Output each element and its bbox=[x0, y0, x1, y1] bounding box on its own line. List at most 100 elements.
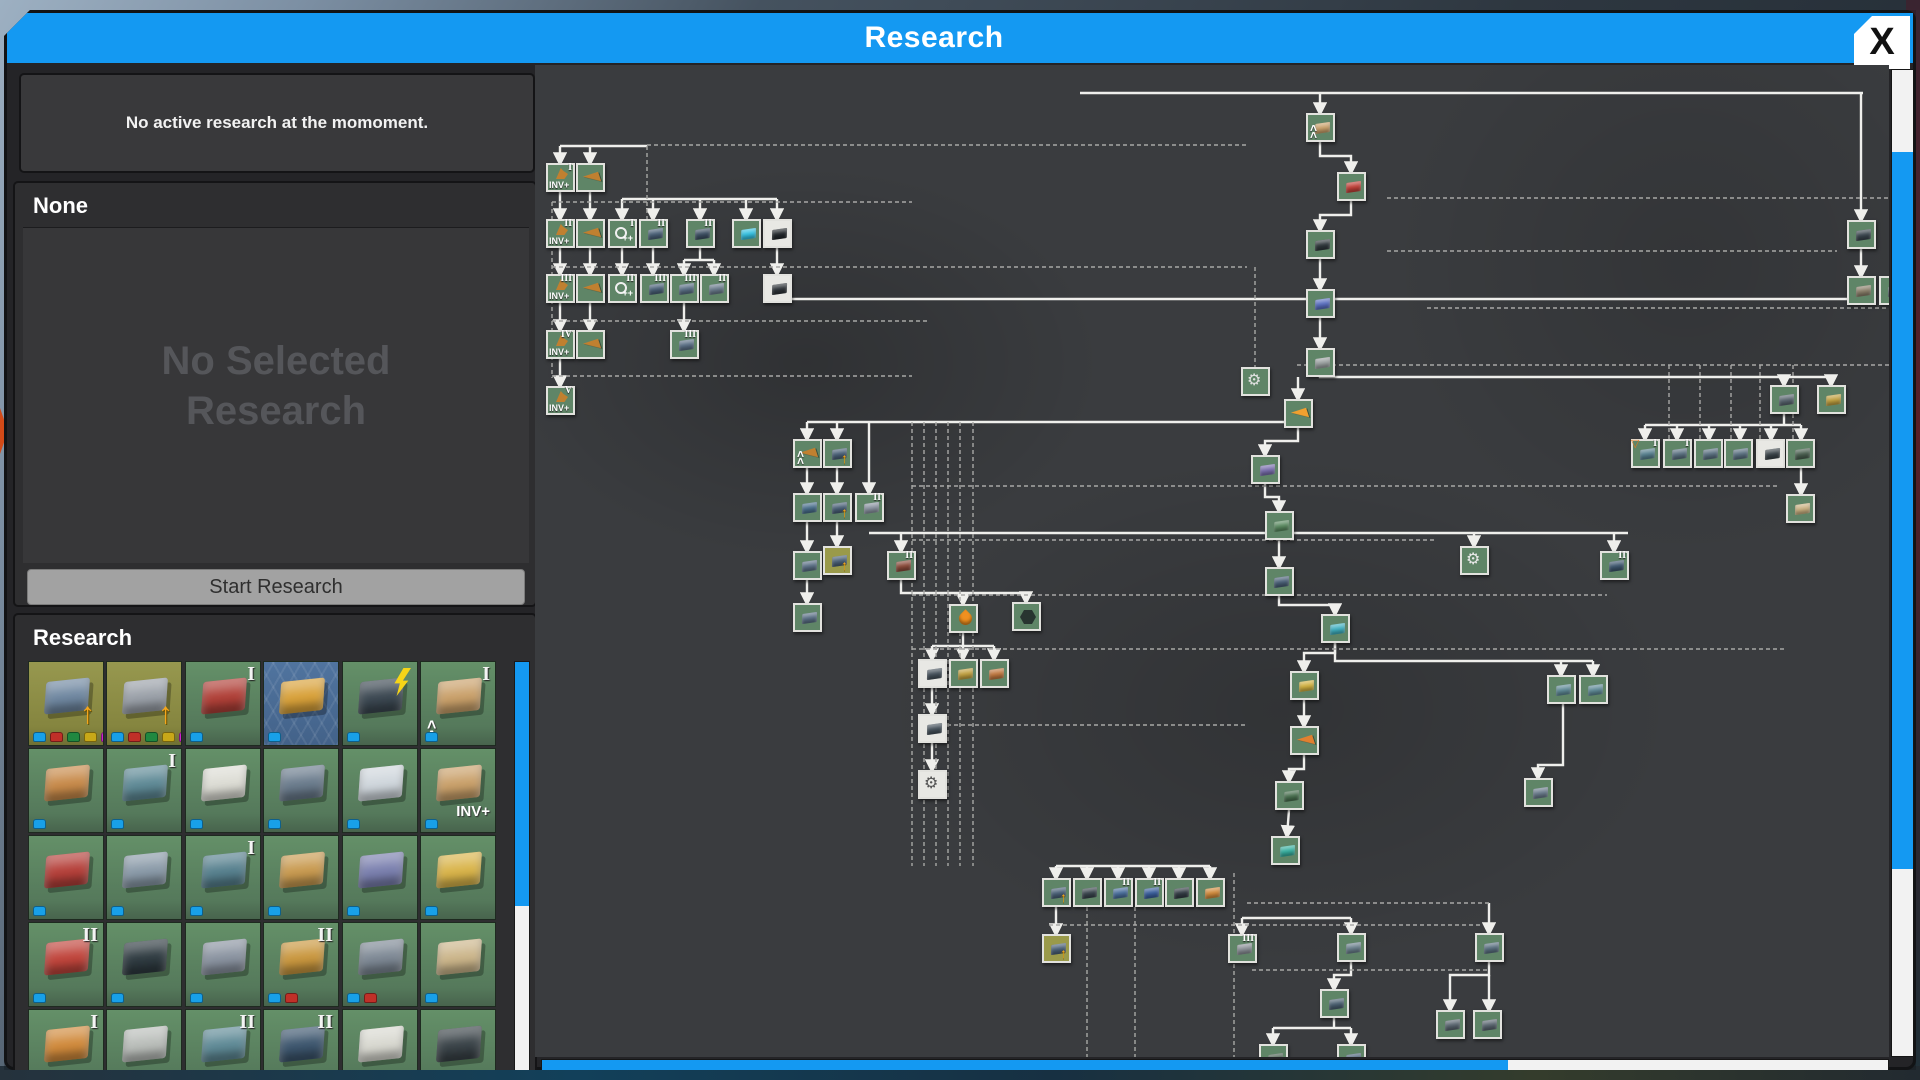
tree-node[interactable] bbox=[576, 274, 605, 303]
research-item[interactable] bbox=[342, 1009, 418, 1079]
tree-node[interactable]: ˄˄ bbox=[1306, 113, 1335, 142]
tree-node[interactable] bbox=[1290, 671, 1319, 700]
research-item[interactable]: II bbox=[263, 922, 339, 1007]
research-item[interactable] bbox=[263, 661, 339, 746]
tree-node[interactable]: ↑ bbox=[823, 439, 852, 468]
research-tree-canvas[interactable]: INV+IINV+II++IIIIIINV+III++IIIIIIIIIIINV… bbox=[535, 65, 1889, 1057]
tree-vertical-scrollbar[interactable] bbox=[1891, 69, 1914, 1057]
tree-node[interactable]: INV+I bbox=[546, 163, 575, 192]
tree-node[interactable] bbox=[1196, 878, 1225, 907]
tree-node[interactable] bbox=[1475, 933, 1504, 962]
tree-node[interactable]: I bbox=[1663, 439, 1692, 468]
tree-node[interactable]: ↑ bbox=[823, 546, 852, 575]
tree-node[interactable]: III bbox=[670, 274, 699, 303]
tree-node[interactable] bbox=[1770, 385, 1799, 414]
research-item[interactable] bbox=[342, 661, 418, 746]
tree-node[interactable] bbox=[1265, 511, 1294, 540]
research-list-scrollbar-thumb[interactable] bbox=[515, 662, 529, 906]
tree-node[interactable] bbox=[1073, 878, 1102, 907]
research-item[interactable] bbox=[342, 835, 418, 920]
tree-node[interactable] bbox=[1265, 567, 1294, 596]
research-item[interactable] bbox=[263, 835, 339, 920]
research-item[interactable]: II bbox=[28, 922, 104, 1007]
research-item[interactable]: I bbox=[185, 835, 261, 920]
tree-node[interactable]: ⚙ bbox=[918, 770, 947, 799]
research-item[interactable] bbox=[420, 922, 496, 1007]
tree-node[interactable]: III bbox=[1228, 934, 1257, 963]
tree-node[interactable]: ˄˄ bbox=[793, 439, 822, 468]
tree-node[interactable]: II bbox=[855, 493, 884, 522]
tree-node[interactable] bbox=[793, 603, 822, 632]
tree-node[interactable]: II bbox=[1104, 878, 1133, 907]
tree-node[interactable]: ⚙ bbox=[1241, 367, 1270, 396]
tree-node[interactable]: INV+V bbox=[546, 386, 575, 415]
tree-node[interactable] bbox=[1436, 1010, 1465, 1039]
tree-node[interactable] bbox=[1817, 385, 1846, 414]
research-item[interactable]: I˄˄ bbox=[420, 661, 496, 746]
tree-node[interactable]: INV+IV bbox=[546, 330, 575, 359]
tree-node[interactable] bbox=[1724, 439, 1753, 468]
tree-node[interactable] bbox=[1251, 455, 1280, 484]
tree-node[interactable] bbox=[1290, 726, 1319, 755]
tree-node[interactable] bbox=[793, 551, 822, 580]
research-item[interactable]: ↑ bbox=[106, 661, 182, 746]
tree-node[interactable] bbox=[1337, 1044, 1366, 1057]
tree-node[interactable] bbox=[1165, 878, 1194, 907]
tree-node[interactable] bbox=[576, 219, 605, 248]
research-item[interactable] bbox=[106, 1009, 182, 1079]
research-item[interactable]: II bbox=[263, 1009, 339, 1079]
tree-node[interactable] bbox=[576, 163, 605, 192]
tree-node[interactable] bbox=[576, 330, 605, 359]
research-item[interactable] bbox=[106, 835, 182, 920]
tree-node[interactable] bbox=[918, 659, 947, 688]
tree-node[interactable] bbox=[1847, 276, 1876, 305]
tree-node[interactable]: III bbox=[640, 274, 669, 303]
tree-node[interactable] bbox=[1275, 781, 1304, 810]
tree-node[interactable]: INV+II bbox=[546, 219, 575, 248]
start-research-button[interactable]: Start Research bbox=[27, 569, 525, 605]
tree-node[interactable] bbox=[793, 493, 822, 522]
tree-node[interactable]: II bbox=[686, 219, 715, 248]
tree-node[interactable] bbox=[980, 659, 1009, 688]
tree-node[interactable]: ⚙ bbox=[1460, 546, 1489, 575]
tree-node[interactable] bbox=[1847, 220, 1876, 249]
tree-node[interactable] bbox=[1012, 602, 1041, 631]
tree-node[interactable] bbox=[1271, 836, 1300, 865]
tree-node[interactable] bbox=[1786, 439, 1815, 468]
tree-node[interactable]: II bbox=[639, 219, 668, 248]
tree-node[interactable]: II bbox=[700, 274, 729, 303]
tree-node[interactable] bbox=[918, 714, 947, 743]
tree-node[interactable] bbox=[1337, 172, 1366, 201]
research-item[interactable]: I bbox=[106, 748, 182, 833]
tree-node[interactable]: ++II bbox=[608, 274, 637, 303]
research-item[interactable] bbox=[106, 922, 182, 1007]
tree-node[interactable]: II bbox=[887, 551, 916, 580]
tree-node[interactable] bbox=[1579, 675, 1608, 704]
research-item[interactable] bbox=[28, 835, 104, 920]
tree-node[interactable]: ▽I bbox=[1631, 439, 1660, 468]
tree-node[interactable]: ↑ bbox=[823, 493, 852, 522]
tree-node[interactable] bbox=[1786, 494, 1815, 523]
tree-node[interactable] bbox=[1321, 614, 1350, 643]
tree-node[interactable] bbox=[1259, 1044, 1288, 1057]
tree-node[interactable] bbox=[1320, 989, 1349, 1018]
research-item[interactable] bbox=[420, 1009, 496, 1079]
tree-node[interactable] bbox=[1756, 439, 1785, 468]
tree-node[interactable] bbox=[1306, 289, 1335, 318]
tree-node[interactable]: ↑ bbox=[1042, 934, 1071, 963]
tree-node[interactable]: II bbox=[1600, 551, 1629, 580]
tree-node[interactable] bbox=[1879, 276, 1889, 305]
research-list-scrollbar[interactable] bbox=[514, 661, 530, 1075]
tree-node[interactable] bbox=[1306, 348, 1335, 377]
tree-node[interactable]: II bbox=[1135, 878, 1164, 907]
tree-node[interactable] bbox=[732, 219, 761, 248]
tree-node[interactable] bbox=[763, 219, 792, 248]
tree-node[interactable]: ++I bbox=[608, 219, 637, 248]
tree-node[interactable] bbox=[949, 659, 978, 688]
tree-node[interactable] bbox=[949, 604, 978, 633]
research-item[interactable] bbox=[342, 748, 418, 833]
tree-node[interactable] bbox=[1337, 933, 1366, 962]
research-item[interactable]: INV+ bbox=[420, 748, 496, 833]
research-item[interactable] bbox=[263, 748, 339, 833]
research-item[interactable] bbox=[185, 922, 261, 1007]
